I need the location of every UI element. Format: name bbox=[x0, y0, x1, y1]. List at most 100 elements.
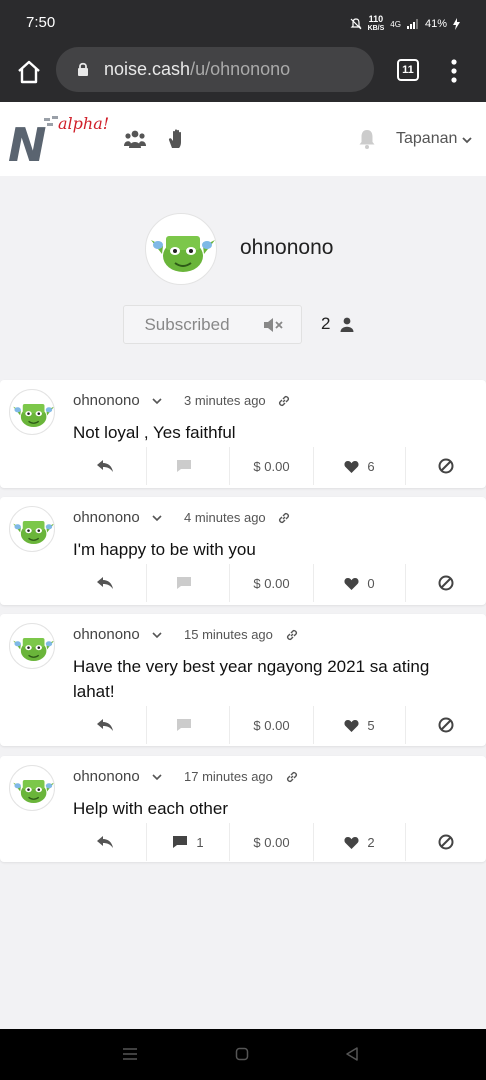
reply-icon bbox=[97, 577, 113, 589]
charging-icon bbox=[453, 18, 460, 30]
status-bar: 7:50 110 KB/S 4G 41% bbox=[0, 0, 486, 47]
permalink-icon[interactable] bbox=[285, 770, 299, 784]
like-count: 0 bbox=[367, 575, 375, 591]
goblin-avatar-icon bbox=[151, 236, 215, 272]
post-actions: $ 0.00 0 bbox=[64, 564, 486, 602]
post-author[interactable]: ohnonono bbox=[73, 509, 140, 526]
speaker-mute-icon bbox=[264, 318, 283, 332]
profile-username: ohnonono bbox=[240, 236, 334, 259]
more-vertical-icon[interactable] bbox=[444, 57, 464, 85]
reply-button[interactable] bbox=[64, 447, 146, 485]
post-card[interactable]: ohnonono 15 minutes ago Have the very best… bbox=[0, 614, 486, 746]
post-text: Help with each other bbox=[73, 799, 228, 818]
tip-amount: $ 0.00 bbox=[253, 458, 290, 474]
url-text: noise.cash/u/ohnonono bbox=[104, 59, 291, 79]
post-avatar[interactable] bbox=[9, 623, 55, 669]
block-button[interactable] bbox=[405, 706, 486, 744]
permalink-icon[interactable] bbox=[285, 628, 299, 642]
comment-icon bbox=[177, 577, 191, 589]
tab-switcher-icon[interactable]: 11 bbox=[397, 59, 419, 81]
block-button[interactable] bbox=[405, 823, 486, 861]
tip-button[interactable]: $ 0.00 bbox=[229, 706, 313, 744]
like-button[interactable]: 0 bbox=[313, 564, 405, 602]
hand-icon[interactable] bbox=[165, 128, 189, 150]
post-time[interactable]: 3 minutes ago bbox=[184, 393, 266, 408]
community-icon[interactable] bbox=[123, 128, 147, 150]
permalink-icon[interactable] bbox=[277, 511, 291, 525]
reply-button[interactable] bbox=[64, 706, 146, 744]
mute-notifications-button[interactable] bbox=[250, 305, 302, 344]
tip-button[interactable]: $ 0.00 bbox=[229, 823, 313, 861]
android-nav-bar bbox=[0, 1029, 486, 1080]
profile-avatar[interactable] bbox=[145, 213, 217, 285]
home-button-icon[interactable] bbox=[235, 1047, 249, 1061]
language-selector[interactable]: Tapanan bbox=[396, 130, 457, 148]
reply-button[interactable] bbox=[64, 823, 146, 861]
post-actions: $ 0.00 6 bbox=[64, 447, 486, 485]
comment-button[interactable] bbox=[146, 706, 229, 744]
tip-amount: $ 0.00 bbox=[253, 834, 290, 850]
goblin-avatar-icon bbox=[13, 780, 54, 804]
recent-apps-icon[interactable] bbox=[122, 1047, 138, 1061]
tip-button[interactable]: $ 0.00 bbox=[229, 447, 313, 485]
comment-button[interactable] bbox=[146, 447, 229, 485]
post-author[interactable]: ohnonono bbox=[73, 768, 140, 785]
comment-button[interactable]: 1 bbox=[146, 823, 229, 861]
chevron-down-icon[interactable] bbox=[152, 513, 162, 523]
goblin-avatar-icon bbox=[13, 638, 54, 662]
comment-icon bbox=[177, 460, 191, 472]
mute-bell-icon bbox=[350, 18, 362, 30]
browser-toolbar: noise.cash/u/ohnonono 11 bbox=[0, 47, 486, 102]
like-count: 6 bbox=[367, 458, 375, 474]
chevron-down-icon[interactable] bbox=[461, 134, 473, 146]
post-author[interactable]: ohnonono bbox=[73, 626, 140, 643]
block-icon bbox=[438, 575, 454, 591]
post-actions: $ 0.00 5 bbox=[64, 706, 486, 744]
chevron-down-icon[interactable] bbox=[152, 772, 162, 782]
subscribed-button[interactable]: Subscribed bbox=[123, 305, 251, 344]
comment-button[interactable] bbox=[146, 564, 229, 602]
post-avatar[interactable] bbox=[9, 765, 55, 811]
block-icon bbox=[438, 717, 454, 733]
goblin-avatar-icon bbox=[13, 404, 54, 428]
noise-cash-logo[interactable]: N alpha! bbox=[8, 112, 109, 172]
post-time[interactable]: 15 minutes ago bbox=[184, 627, 273, 642]
post-avatar[interactable] bbox=[9, 389, 55, 435]
post-card[interactable]: ohnonono 17 minutes ago Help with each oth… bbox=[0, 756, 486, 862]
post-card[interactable]: ohnonono 4 minutes ago I'm happy to be wit… bbox=[0, 497, 486, 605]
post-text: Have the very best year ngayong 2021 sa … bbox=[73, 657, 430, 701]
tip-button[interactable]: $ 0.00 bbox=[229, 564, 313, 602]
reply-button[interactable] bbox=[64, 564, 146, 602]
chevron-down-icon[interactable] bbox=[152, 630, 162, 640]
post-card[interactable]: ohnonono 3 minutes ago Not loyal , Yes fai… bbox=[0, 380, 486, 488]
home-icon[interactable] bbox=[16, 59, 42, 85]
signal-icon bbox=[406, 19, 418, 29]
reply-icon bbox=[97, 719, 113, 731]
back-icon[interactable] bbox=[345, 1047, 359, 1061]
comment-icon bbox=[173, 836, 188, 848]
post-time[interactable]: 4 minutes ago bbox=[184, 510, 266, 525]
like-count: 5 bbox=[367, 717, 375, 733]
chevron-down-icon[interactable] bbox=[152, 396, 162, 406]
like-button[interactable]: 2 bbox=[313, 823, 405, 861]
post-avatar[interactable] bbox=[9, 506, 55, 552]
block-icon bbox=[438, 458, 454, 474]
battery-level: 41% bbox=[424, 18, 447, 30]
post-author[interactable]: ohnonono bbox=[73, 392, 140, 409]
tip-amount: $ 0.00 bbox=[253, 575, 290, 591]
net-speed: 110 KB/S bbox=[367, 14, 385, 33]
status-icons: 110 KB/S 4G 41% bbox=[350, 15, 460, 33]
block-button[interactable] bbox=[405, 447, 486, 485]
like-button[interactable]: 6 bbox=[313, 447, 405, 485]
permalink-icon[interactable] bbox=[277, 394, 291, 408]
notification-bell-icon[interactable] bbox=[356, 128, 378, 150]
net-type: 4G bbox=[390, 19, 401, 29]
subscriber-count: 2 bbox=[321, 314, 331, 333]
post-text: I'm happy to be with you bbox=[73, 540, 256, 559]
post-time[interactable]: 17 minutes ago bbox=[184, 769, 273, 784]
block-button[interactable] bbox=[405, 564, 486, 602]
reply-icon bbox=[97, 836, 113, 848]
post-actions: 1 $ 0.00 2 bbox=[64, 823, 486, 861]
like-button[interactable]: 5 bbox=[313, 706, 405, 744]
address-bar[interactable]: noise.cash/u/ohnonono bbox=[56, 47, 374, 92]
